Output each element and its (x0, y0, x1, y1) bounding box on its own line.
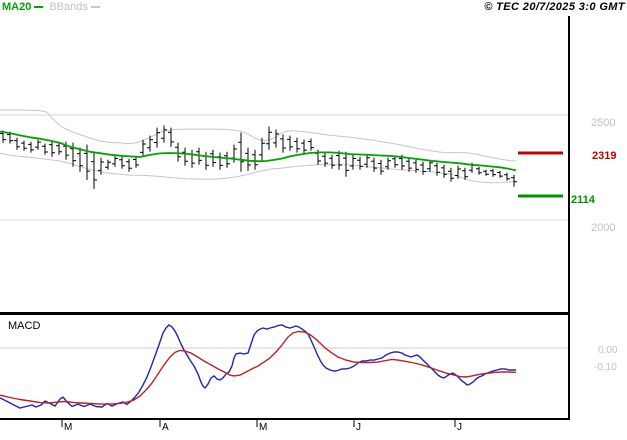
month-label: J (457, 422, 462, 433)
month-label: M (64, 422, 73, 433)
legend: MA20 BBands (2, 0, 106, 14)
chart-canvas (0, 16, 570, 427)
month-label: A (162, 422, 169, 433)
signal-line (0, 330, 517, 405)
macd-axis-label-zero: 0.00 (598, 345, 618, 356)
month-label: M (259, 422, 268, 433)
macd-axis-label-neg: -0.10 (594, 362, 617, 373)
bollinger-lower-line (0, 152, 517, 184)
resistance-level-label: 2319 (592, 150, 617, 162)
right-axis-line (568, 16, 570, 420)
legend-ma20-label: MA20 (2, 1, 32, 13)
y-axis-label-2500: 2500 (591, 117, 616, 129)
legend-bbands-label: BBands (49, 1, 88, 13)
y-axis-label-2000: 2000 (591, 222, 616, 234)
ohlc-bars (0, 125, 517, 189)
ma20-line-swatch (34, 6, 44, 8)
x-axis-line (0, 418, 570, 420)
copyright-text: © TEC 20/7/2025 3:0 GMT (484, 1, 625, 13)
macd-panel-label: MACD (8, 320, 41, 332)
panel-divider (0, 312, 570, 315)
stock-chart-window: MA20 BBands © TEC 20/7/2025 3:0 GMT 2500… (0, 0, 627, 440)
month-label: J (356, 422, 361, 433)
bbands-line-swatch (90, 6, 100, 8)
support-level-label: 2114 (571, 194, 595, 206)
